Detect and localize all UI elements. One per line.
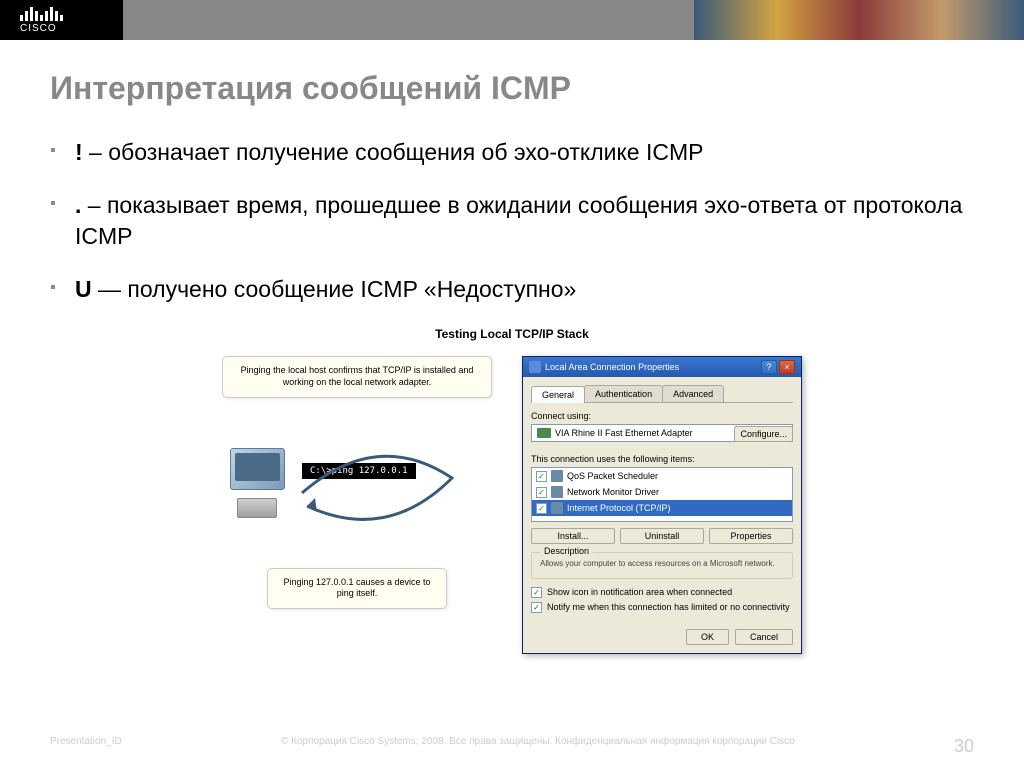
properties-button[interactable]: Properties — [709, 528, 793, 544]
pc-illustration: C:\>ping 127.0.0.1 — [222, 423, 492, 543]
protocol-icon — [551, 486, 563, 498]
items-label: This connection uses the following items… — [531, 454, 793, 464]
logo-text: CISCO — [20, 23, 63, 34]
slide-number: 30 — [954, 736, 974, 757]
properties-dialog: Local Area Connection Properties ? × Gen… — [522, 356, 802, 653]
item-label: Internet Protocol (TCP/IP) — [567, 503, 671, 513]
logo-bars-icon — [20, 7, 63, 21]
configure-button[interactable]: Configure... — [734, 426, 793, 442]
callout-bottom: Pinging 127.0.0.1 causes a device to pin… — [267, 568, 447, 609]
protocol-icon — [551, 470, 563, 482]
install-button[interactable]: Install... — [531, 528, 615, 544]
items-listbox[interactable]: ✓ QoS Packet Scheduler ✓ Network Monitor… — [531, 467, 793, 522]
list-item[interactable]: ✓ Network Monitor Driver — [532, 484, 792, 500]
bullet-marker: ! — [75, 139, 83, 165]
tab-general[interactable]: General — [531, 386, 585, 403]
list-item[interactable]: ✓ Internet Protocol (TCP/IP) — [532, 500, 792, 516]
uninstall-button[interactable]: Uninstall — [620, 528, 704, 544]
help-button[interactable]: ? — [761, 360, 777, 374]
ok-button[interactable]: OK — [686, 629, 729, 645]
dialog-footer: OK Cancel — [523, 625, 801, 653]
diagram-title: Testing Local TCP/IP Stack — [50, 327, 974, 341]
bullet-item: U — получено сообщение ICMP «Недоступно» — [50, 274, 974, 305]
bullet-item: . – показывает время, прошедшее в ожидан… — [50, 190, 974, 252]
list-item[interactable]: ✓ QoS Packet Scheduler — [532, 468, 792, 484]
cancel-button[interactable]: Cancel — [735, 629, 793, 645]
top-banner: CISCO — [0, 0, 1024, 40]
dialog-titlebar[interactable]: Local Area Connection Properties ? × — [523, 357, 801, 377]
bullet-item: ! – обозначает получение сообщения об эх… — [50, 137, 974, 168]
bullet-text: – обозначает получение сообщения об эхо-… — [83, 139, 704, 165]
bullet-text: – показывает время, прошедшее в ожидании… — [75, 192, 962, 249]
protocol-icon — [551, 502, 563, 514]
checkbox[interactable]: ✓ — [531, 587, 542, 598]
banner-photo-strip — [63, 0, 1024, 40]
bullet-list: ! – обозначает получение сообщения об эх… — [50, 137, 974, 305]
tabs: General Authentication Advanced — [531, 385, 793, 403]
item-buttons: Install... Uninstall Properties — [531, 528, 793, 544]
slide-content: Интерпретация сообщений ICMP ! – обознач… — [0, 40, 1024, 684]
item-label: Network Monitor Driver — [567, 487, 659, 497]
tab-advanced[interactable]: Advanced — [662, 385, 724, 402]
option-label: Notify me when this connection has limit… — [547, 602, 790, 612]
tab-authentication[interactable]: Authentication — [584, 385, 663, 402]
close-button[interactable]: × — [779, 360, 795, 374]
loopback-arrow-icon — [297, 438, 457, 528]
copyright-text: © Корпорация Cisco Systems, 2008. Все пр… — [281, 736, 795, 757]
checkbox[interactable]: ✓ — [536, 503, 547, 514]
window-controls: ? × — [761, 360, 795, 374]
dialog-title: Local Area Connection Properties — [545, 362, 679, 372]
bullet-text: — получено сообщение ICMP «Недоступно» — [92, 276, 577, 302]
option-label: Show icon in notification area when conn… — [547, 587, 732, 597]
cisco-logo: CISCO — [20, 7, 63, 34]
item-label: QoS Packet Scheduler — [567, 471, 658, 481]
description-title: Description — [540, 546, 593, 556]
computer-icon — [222, 448, 292, 518]
notify-option[interactable]: ✓ Notify me when this connection has lim… — [531, 602, 793, 613]
callout-top: Pinging the local host confirms that TCP… — [222, 356, 492, 397]
diagram-container: Testing Local TCP/IP Stack Pinging the l… — [50, 327, 974, 653]
network-icon — [529, 361, 541, 373]
nic-icon — [537, 428, 551, 438]
show-icon-option[interactable]: ✓ Show icon in notification area when co… — [531, 587, 793, 598]
adapter-name: VIA Rhine II Fast Ethernet Adapter — [555, 428, 693, 438]
checkbox[interactable]: ✓ — [536, 471, 547, 482]
presentation-id: Presentation_ID — [50, 736, 122, 757]
diagram-left: Pinging the local host confirms that TCP… — [222, 356, 492, 609]
dialog-body: General Authentication Advanced Connect … — [523, 377, 801, 624]
slide-footer: Presentation_ID © Корпорация Cisco Syste… — [0, 736, 1024, 757]
connect-label: Connect using: — [531, 411, 793, 421]
description-text: Allows your computer to access resources… — [540, 559, 784, 569]
checkbox[interactable]: ✓ — [536, 487, 547, 498]
checkbox[interactable]: ✓ — [531, 602, 542, 613]
slide-title: Интерпретация сообщений ICMP — [50, 70, 974, 107]
description-group: Description Allows your computer to acce… — [531, 552, 793, 578]
bullet-marker: U — [75, 276, 92, 302]
